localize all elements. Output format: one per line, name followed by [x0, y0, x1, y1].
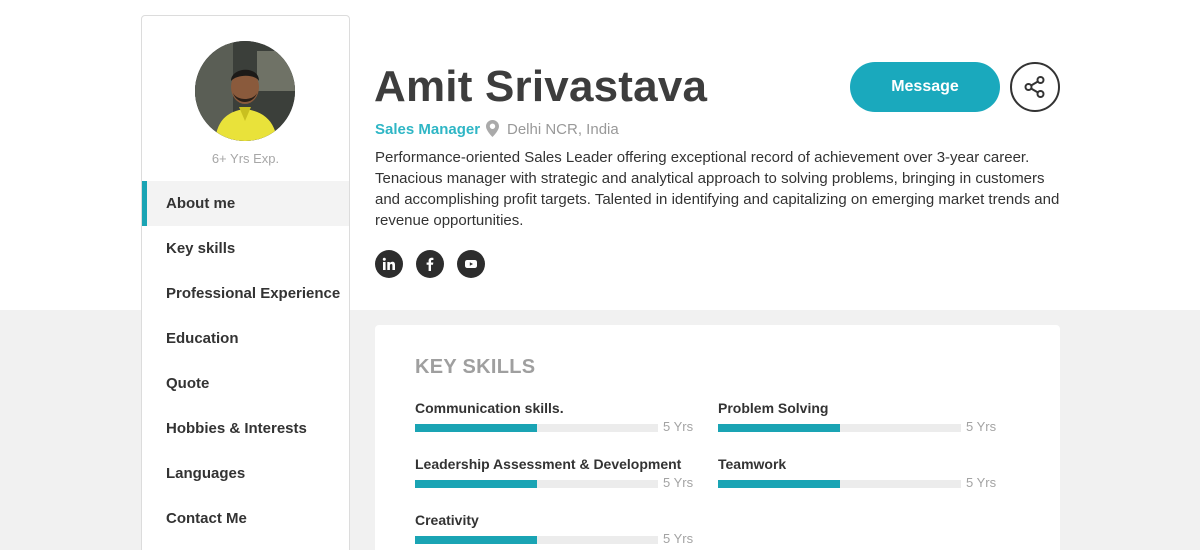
- profile-sidebar: 6+ Yrs Exp. About me Key skills Professi…: [141, 15, 350, 550]
- nav-item-languages[interactable]: Languages: [142, 451, 349, 496]
- nav-item-education[interactable]: Education: [142, 316, 349, 361]
- skill-years: 5 Yrs: [663, 419, 694, 434]
- skill-name: Problem Solving: [718, 400, 829, 416]
- skill-item: Creativity 5 Yrs: [415, 512, 695, 550]
- nav-item-about-me[interactable]: About me: [142, 181, 349, 226]
- skill-bar: [415, 536, 658, 544]
- skill-bar: [718, 424, 961, 432]
- youtube-icon[interactable]: [457, 250, 485, 278]
- avatar-photo: [195, 41, 295, 141]
- profile-location: Delhi NCR, India: [507, 121, 619, 138]
- share-icon: [1024, 76, 1045, 98]
- skill-item: Communication skills. 5 Yrs: [415, 400, 695, 450]
- skill-bar: [415, 480, 658, 488]
- skill-name: Creativity: [415, 512, 479, 528]
- skill-bar: [415, 424, 658, 432]
- skill-bar-fill: [718, 480, 840, 488]
- skill-years: 5 Yrs: [966, 475, 997, 490]
- skill-item: Leadership Assessment & Development 5 Yr…: [415, 456, 695, 506]
- skill-name: Communication skills.: [415, 400, 564, 416]
- profile-name: Amit Srivastava: [374, 62, 708, 111]
- skill-name: Teamwork: [718, 456, 787, 472]
- nav-item-professional-experience[interactable]: Professional Experience: [142, 271, 349, 316]
- skill-years: 5 Yrs: [966, 419, 997, 434]
- skill-bar-fill: [415, 424, 537, 432]
- skill-bar-fill: [718, 424, 840, 432]
- skill-bar-fill: [415, 536, 537, 544]
- message-button[interactable]: Message: [850, 62, 1000, 112]
- sidebar-nav: About me Key skills Professional Experie…: [142, 181, 349, 541]
- nav-item-hobbies-interests[interactable]: Hobbies & Interests: [142, 406, 349, 451]
- location-pin-icon: [486, 120, 499, 137]
- nav-item-contact-me[interactable]: Contact Me: [142, 496, 349, 541]
- key-skills-card: KEY SKILLS Communication skills. 5 Yrs P…: [375, 325, 1060, 550]
- avatar: [195, 41, 295, 141]
- facebook-icon[interactable]: [416, 250, 444, 278]
- skill-years: 5 Yrs: [663, 475, 694, 490]
- nav-item-key-skills[interactable]: Key skills: [142, 226, 349, 271]
- skill-years: 5 Yrs: [663, 531, 694, 546]
- experience-label: 6+ Yrs Exp.: [211, 151, 280, 166]
- skill-item: Problem Solving 5 Yrs: [718, 400, 998, 450]
- key-skills-title: KEY SKILLS: [415, 356, 536, 378]
- share-button[interactable]: [1010, 62, 1060, 112]
- skill-item: Teamwork 5 Yrs: [718, 456, 998, 506]
- profile-role: Sales Manager: [375, 121, 481, 138]
- linkedin-icon[interactable]: [375, 250, 403, 278]
- nav-item-quote[interactable]: Quote: [142, 361, 349, 406]
- profile-bio: Performance-oriented Sales Leader offeri…: [375, 149, 1060, 229]
- skill-bar: [718, 480, 961, 488]
- skill-bar-fill: [415, 480, 537, 488]
- skill-name: Leadership Assessment & Development: [415, 456, 682, 472]
